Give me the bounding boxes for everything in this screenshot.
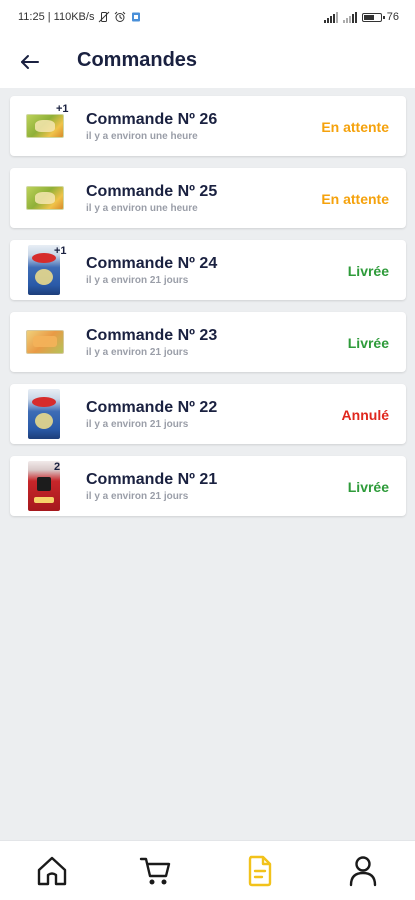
app-header: Commandes [0,36,415,88]
status-right: 76 [323,11,399,23]
order-status: En attente [321,191,389,207]
orders-content: +1 Commande Nº 26 il y a environ une heu… [0,88,415,840]
quantity-badge: +1 [56,103,69,115]
order-card[interactable]: Commande Nº 22 il y a environ 21 jours A… [10,384,406,444]
order-time: il y a environ une heure [86,131,198,142]
order-time: il y a environ 21 jours [86,491,189,502]
nav-profile[interactable] [343,853,383,889]
order-time: il y a environ une heure [86,203,198,214]
product-thumbnail [26,330,64,354]
product-thumbnail [28,389,60,439]
order-card[interactable]: 2 Commande Nº 21 il y a environ 21 jours… [10,456,406,516]
order-card[interactable]: +1 Commande Nº 24 il y a environ 21 jour… [10,240,406,300]
order-name: Commande Nº 21 [86,471,218,488]
nav-home[interactable] [32,853,72,889]
nav-cart[interactable] [135,853,175,889]
signal-icon [342,11,357,23]
quantity-badge: 2 [54,461,61,473]
order-time: il y a environ 21 jours [86,419,189,430]
vibrate-off-icon [99,11,110,23]
app-notification-icon [132,12,141,22]
user-icon [349,856,377,887]
order-name: Commande Nº 22 [86,399,218,416]
status-left: 11:25 | 110KB/s [18,11,142,23]
order-name: Commande Nº 25 [86,183,218,200]
status-time-speed: 11:25 | 110KB/s [18,11,95,23]
signal-icon [323,11,338,23]
page-title: Commandes [77,49,198,71]
arrow-left-icon [21,55,39,69]
bottom-nav [0,840,415,900]
status-bar: 11:25 | 110KB/s 76 [0,0,415,36]
order-status: Livrée [347,479,389,495]
order-card[interactable]: Commande Nº 23 il y a environ 21 jours L… [10,312,406,372]
order-status: Livrée [347,335,389,351]
order-name: Commande Nº 23 [86,327,218,344]
order-name: Commande Nº 24 [86,255,218,272]
order-name: Commande Nº 26 [86,111,218,128]
quantity-badge: +1 [54,245,67,257]
order-card[interactable]: +1 Commande Nº 26 il y a environ une heu… [10,96,406,156]
battery-fill [363,14,375,20]
home-icon [37,856,67,886]
cart-icon [139,857,171,885]
order-status: En attente [321,119,389,135]
order-time: il y a environ 21 jours [86,275,189,286]
nav-orders[interactable] [240,853,280,889]
battery-icon [361,12,385,22]
battery-percent: 76 [386,11,399,23]
back-button[interactable] [14,48,46,76]
alarm-icon [115,11,126,22]
product-thumbnail [26,186,64,210]
order-status: Livrée [347,263,389,279]
order-status: Annulé [341,407,389,423]
order-time: il y a environ 21 jours [86,347,189,358]
order-card[interactable]: Commande Nº 25 il y a environ une heure … [10,168,406,228]
document-icon [248,855,272,887]
product-thumbnail [26,114,64,138]
